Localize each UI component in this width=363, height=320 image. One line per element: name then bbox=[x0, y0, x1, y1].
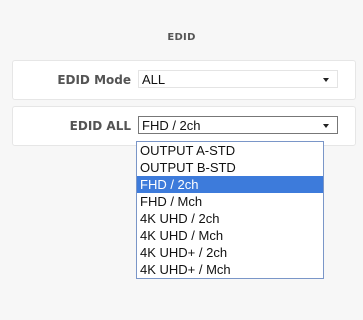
edid-mode-row: EDID Mode ALL bbox=[12, 60, 356, 100]
edid-all-row: EDID ALL FHD / 2ch bbox=[12, 106, 356, 146]
dropdown-option[interactable]: OUTPUT B-STD bbox=[137, 159, 323, 176]
edid-all-value: FHD / 2ch bbox=[142, 118, 201, 133]
dropdown-option[interactable]: FHD / Mch bbox=[137, 193, 323, 210]
edid-mode-label: EDID Mode bbox=[57, 73, 131, 87]
dropdown-option[interactable]: 4K UHD+ / Mch bbox=[137, 261, 323, 278]
dropdown-option[interactable]: 4K UHD+ / 2ch bbox=[137, 244, 323, 261]
chevron-down-icon bbox=[323, 78, 329, 82]
dropdown-option[interactable]: 4K UHD / Mch bbox=[137, 227, 323, 244]
chevron-down-icon bbox=[323, 124, 329, 128]
dropdown-option-selected[interactable]: FHD / 2ch bbox=[137, 176, 323, 193]
edid-mode-value: ALL bbox=[142, 72, 166, 87]
edid-all-dropdown-list: OUTPUT A-STD OUTPUT B-STD FHD / 2ch FHD … bbox=[136, 141, 324, 279]
edid-all-label: EDID ALL bbox=[69, 119, 131, 133]
dropdown-option[interactable]: 4K UHD / 2ch bbox=[137, 210, 323, 227]
edid-all-select[interactable]: FHD / 2ch bbox=[138, 116, 338, 134]
dropdown-option[interactable]: OUTPUT A-STD bbox=[137, 142, 323, 159]
edid-mode-select[interactable]: ALL bbox=[138, 70, 338, 88]
section-title: EDID bbox=[167, 32, 196, 43]
